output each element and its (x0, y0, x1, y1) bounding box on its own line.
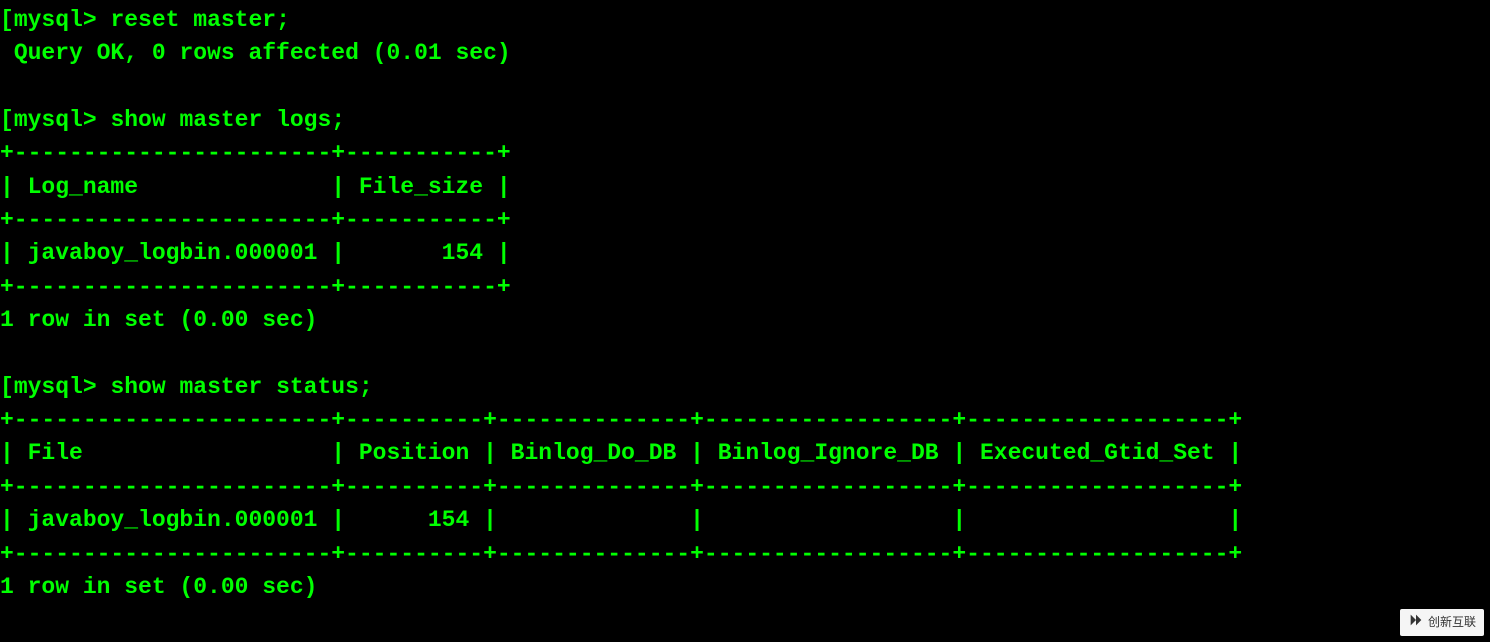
logs-sep-mid: +-----------------------+-----------+ (0, 207, 511, 233)
logs-sep-bot: +-----------------------+-----------+ (0, 274, 511, 300)
reset-response: Query OK, 0 rows affected (0.01 sec) (14, 40, 511, 66)
command-reset: reset master; (110, 7, 289, 33)
bracket: [ (0, 107, 14, 133)
status-footer: 1 row in set (0.00 sec) (0, 574, 317, 600)
logs-row: | javaboy_logbin.000001 | 154 | (0, 240, 511, 266)
watermark-icon (1408, 612, 1424, 633)
prompt: mysql> (14, 374, 97, 400)
command-status: show master status; (110, 374, 372, 400)
status-header: | File | Position | Binlog_Do_DB | Binlo… (0, 440, 1242, 466)
bracket: [ (0, 374, 14, 400)
watermark-badge: 创新互联 (1400, 609, 1484, 636)
watermark-text: 创新互联 (1428, 614, 1476, 631)
logs-header: | Log_name | File_size | (0, 174, 511, 200)
logs-sep-top: +-----------------------+-----------+ (0, 140, 511, 166)
status-sep-top: +-----------------------+----------+----… (0, 407, 1242, 433)
bracket: [ (0, 7, 14, 33)
command-logs: show master logs; (110, 107, 345, 133)
status-sep-bot: +-----------------------+----------+----… (0, 541, 1242, 567)
prompt: mysql> (14, 7, 97, 33)
logs-footer: 1 row in set (0.00 sec) (0, 307, 317, 333)
status-sep-mid: +-----------------------+----------+----… (0, 474, 1242, 500)
status-row: | javaboy_logbin.000001 | 154 | | | | (0, 507, 1242, 533)
terminal-output: [mysql> reset master; Query OK, 0 rows a… (0, 0, 1490, 604)
prompt: mysql> (14, 107, 97, 133)
